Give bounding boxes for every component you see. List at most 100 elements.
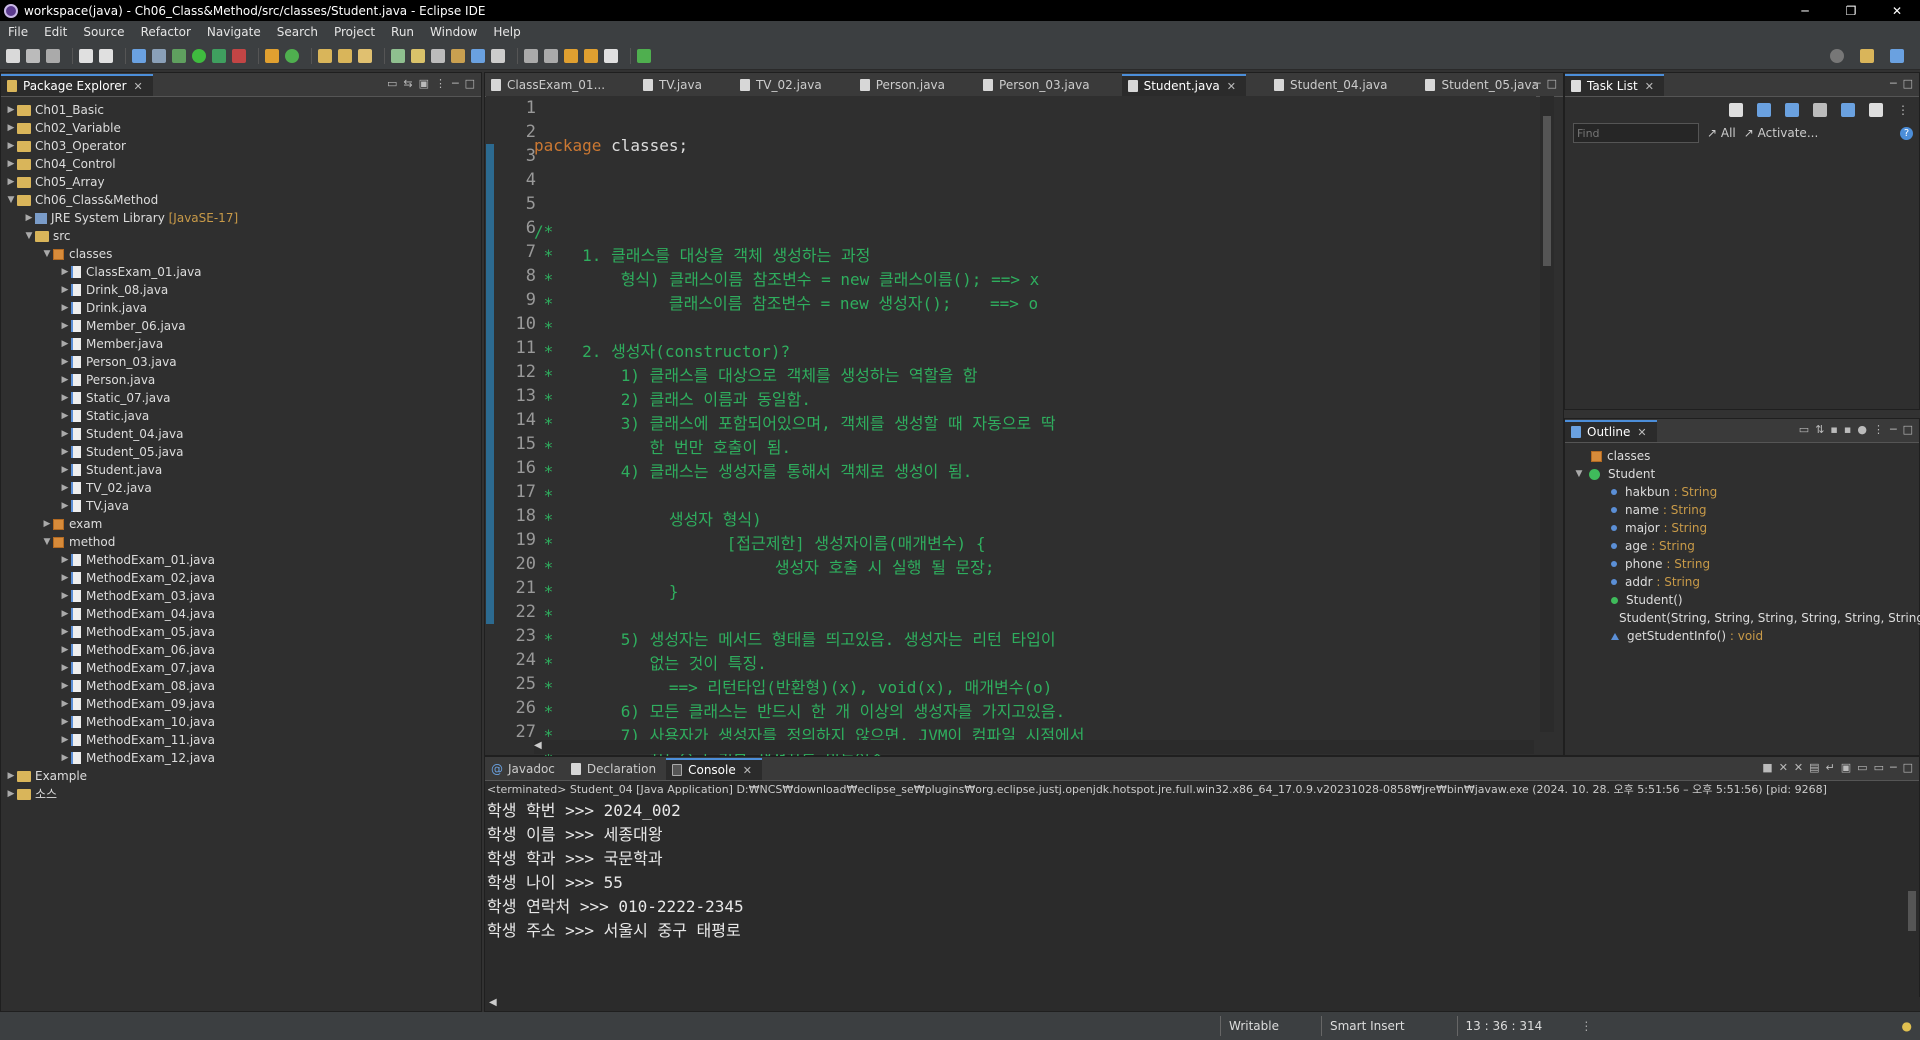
external-tools-icon[interactable]: [232, 48, 246, 63]
activate-link[interactable]: ↗ Activate...: [1744, 126, 1819, 140]
tree-java-file[interactable]: ▶ Drink.java: [1, 299, 481, 317]
tree-java-file[interactable]: ▶ Person.java: [1, 371, 481, 389]
tree-java-file[interactable]: ▶ MethodExam_04.java: [1, 605, 481, 623]
block-selection-icon[interactable]: [431, 48, 445, 63]
tab-javadoc[interactable]: @ Javadoc: [485, 758, 565, 780]
scrollbar-thumb[interactable]: [1543, 116, 1551, 266]
maximize-button[interactable]: ❐: [1828, 4, 1874, 18]
hide-fields-icon[interactable]: ▪: [1830, 423, 1837, 436]
tree-package[interactable]: ▶ exam: [1, 515, 481, 533]
menu-project[interactable]: Project: [326, 25, 383, 39]
search-icon[interactable]: [1830, 48, 1844, 63]
editor-tab[interactable]: Student_04.java: [1268, 74, 1397, 96]
editor-tab[interactable]: Person.java: [854, 74, 955, 96]
minimize-view-icon[interactable]: ─: [1890, 423, 1897, 436]
tree-java-file[interactable]: ▶ TV_02.java: [1, 479, 481, 497]
status-insert-mode[interactable]: Smart Insert: [1321, 1016, 1413, 1036]
close-icon[interactable]: ✕: [1645, 80, 1654, 93]
minimize-view-icon[interactable]: ─: [1890, 761, 1897, 774]
chevron-right-icon[interactable]: ▶: [59, 749, 71, 767]
chevron-right-icon[interactable]: ▶: [59, 641, 71, 659]
tree-java-file[interactable]: ▶ MethodExam_06.java: [1, 641, 481, 659]
chevron-down-icon[interactable]: ▼: [41, 245, 53, 263]
vertical-scrollbar[interactable]: [1540, 96, 1554, 732]
terminal-icon[interactable]: [132, 48, 146, 63]
outline-package[interactable]: classes: [1565, 447, 1919, 465]
editor-tab[interactable]: Person_03.java: [977, 74, 1100, 96]
open-resource-icon[interactable]: [338, 48, 352, 63]
new-task-icon[interactable]: [1729, 103, 1743, 117]
code-text[interactable]: package classes; /* * 1. 클래스를 대상을 객체 생성하…: [534, 96, 1084, 820]
tree-java-file[interactable]: ▶ Student_04.java: [1, 425, 481, 443]
chevron-right-icon[interactable]: ▶: [59, 695, 71, 713]
chevron-right-icon[interactable]: ▶: [59, 587, 71, 605]
outline-field[interactable]: addr : String: [1565, 573, 1919, 591]
outline-constructor[interactable]: Student(String, String, String, String, …: [1565, 609, 1920, 627]
console-output[interactable]: 학생 학번 >>> 2024_002 학생 이름 >>> 세종대왕 학생 학과 >>…: [485, 799, 1919, 943]
last-edit-icon[interactable]: [564, 48, 578, 63]
chevron-right-icon[interactable]: ▶: [59, 461, 71, 479]
tab-console[interactable]: Console ✕: [666, 758, 762, 780]
next-annotation-icon[interactable]: [524, 48, 538, 63]
new-java-project-icon[interactable]: [265, 48, 279, 63]
scroll-lock-icon[interactable]: ▤: [1809, 761, 1819, 774]
sync-icon[interactable]: [1813, 103, 1827, 117]
word-wrap-icon[interactable]: ↵: [1826, 761, 1835, 774]
menu-file[interactable]: File: [0, 25, 36, 39]
chevron-right-icon[interactable]: ▶: [59, 353, 71, 371]
chevron-right-icon[interactable]: ▶: [5, 173, 17, 191]
new-class-icon[interactable]: [285, 48, 299, 63]
tree-project[interactable]: ▶ 소스: [1, 785, 481, 803]
chevron-right-icon[interactable]: ▶: [41, 515, 53, 533]
all-link[interactable]: ↗ All: [1707, 126, 1736, 140]
maximize-view-icon[interactable]: □: [1903, 77, 1913, 90]
tree-java-file[interactable]: ▶ MethodExam_10.java: [1, 713, 481, 731]
maximize-view-icon[interactable]: □: [1547, 77, 1557, 90]
tree-jre-library[interactable]: ▶ JRE System Library [JavaSE-17]: [1, 209, 481, 227]
sort-icon[interactable]: ⇅: [1815, 423, 1824, 436]
chevron-right-icon[interactable]: ▶: [59, 371, 71, 389]
save-all-icon[interactable]: [46, 48, 60, 63]
tree-project[interactable]: ▶ Ch03_Operator: [1, 137, 481, 155]
code-editor[interactable]: 1 2 3 4 5 6 7 8 9 10 11 12 13 14 15 16 17 18 19 20 21 22 23 24 2…: [486, 96, 1554, 817]
chevron-right-icon[interactable]: ▶: [59, 623, 71, 641]
status-cursor-position[interactable]: 13 : 36 : 314: [1456, 1016, 1551, 1036]
open-console-icon[interactable]: ▭: [1874, 761, 1884, 774]
chevron-right-icon[interactable]: ▶: [59, 479, 71, 497]
tree-package[interactable]: ▼ classes: [1, 245, 481, 263]
status-menu-icon[interactable]: ⋮: [1580, 1019, 1592, 1033]
tree-java-file[interactable]: ▶ TV.java: [1, 497, 481, 515]
skip-breakpoints-icon[interactable]: [152, 48, 166, 63]
horizontal-scrollbar[interactable]: ◀: [534, 740, 1534, 754]
show-whitespace-icon[interactable]: [471, 48, 485, 63]
prev-annotation-icon[interactable]: [544, 48, 558, 63]
menu-edit[interactable]: Edit: [36, 25, 75, 39]
tab-declaration[interactable]: Declaration: [565, 758, 666, 780]
chevron-right-icon[interactable]: ▶: [5, 785, 17, 803]
chevron-right-icon[interactable]: ▶: [23, 209, 35, 227]
editor-tab[interactable]: TV_02.java: [734, 74, 832, 96]
search-tool-icon[interactable]: [358, 48, 372, 63]
tree-java-file[interactable]: ▶ MethodExam_11.java: [1, 731, 481, 749]
outline-constructor[interactable]: Student(): [1565, 591, 1919, 609]
tree-java-file[interactable]: ▶ Member.java: [1, 335, 481, 353]
tree-project[interactable]: ▶ Ch02_Variable: [1, 119, 481, 137]
close-icon[interactable]: ✕: [743, 764, 752, 777]
outline-field[interactable]: name : String: [1565, 501, 1919, 519]
pin-console-icon[interactable]: ▣: [1841, 761, 1851, 774]
display-console-icon[interactable]: ▭: [1857, 761, 1867, 774]
maximize-view-icon[interactable]: □: [1903, 761, 1913, 774]
tree-java-file[interactable]: ▶ Drink_08.java: [1, 281, 481, 299]
chevron-right-icon[interactable]: ▶: [59, 677, 71, 695]
open-perspective-icon[interactable]: [1860, 48, 1874, 63]
coverage-icon[interactable]: [212, 48, 226, 63]
tab-package-explorer[interactable]: Package Explorer ✕: [1, 74, 153, 96]
debug-icon[interactable]: [172, 48, 186, 63]
tree-java-file[interactable]: ▶ MethodExam_07.java: [1, 659, 481, 677]
chevron-down-icon[interactable]: ▼: [41, 533, 53, 551]
maximize-view-icon[interactable]: □: [465, 77, 475, 90]
filter-icon[interactable]: [1869, 103, 1883, 117]
java-perspective-icon[interactable]: [1890, 48, 1904, 63]
mark-occurrences-icon[interactable]: [411, 48, 425, 63]
tree-java-file[interactable]: ▶ MethodExam_02.java: [1, 569, 481, 587]
